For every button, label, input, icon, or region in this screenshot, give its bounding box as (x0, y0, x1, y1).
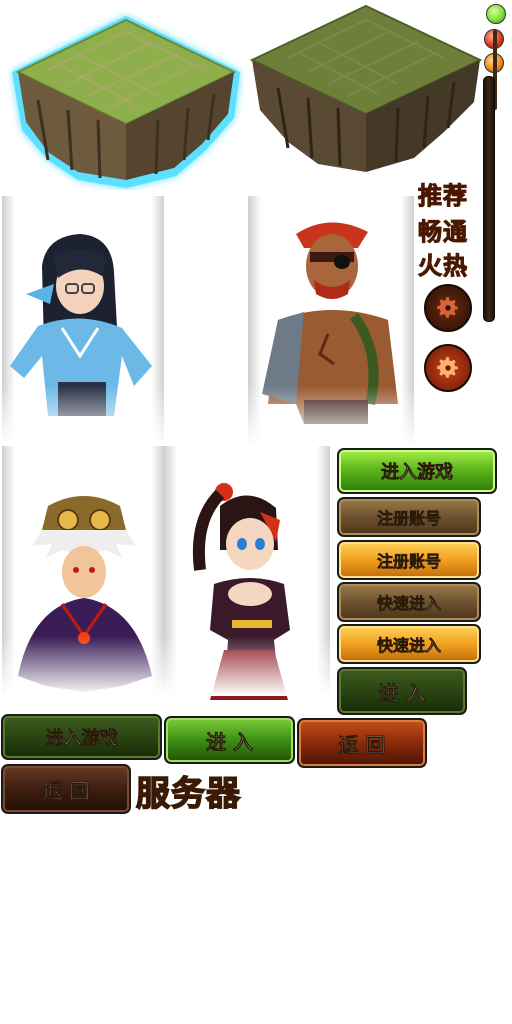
character-card-ponytail-girl[interactable] (164, 446, 330, 700)
back-label: 返 回 (338, 732, 386, 757)
enter-button-dark[interactable]: 进 入 (337, 667, 467, 715)
gear-button-dark[interactable] (424, 284, 472, 332)
enter-game-label: 进入游戏 (45, 728, 118, 750)
quick-enter-label: 快速进入 (376, 636, 442, 656)
back-button-dark[interactable]: 返 回 (1, 764, 131, 814)
enter-game-button-dark[interactable]: 进入游戏 (1, 714, 162, 760)
server-title: 服务器 (135, 773, 241, 815)
back-label: 返 回 (42, 778, 90, 803)
enter-game-button-bright[interactable]: 进入游戏 (337, 448, 497, 494)
gear-icon (437, 357, 458, 378)
register-label: 注册账号 (376, 552, 442, 572)
character-card-girl-glasses[interactable] (2, 196, 164, 446)
tag-hot: 火热 (418, 252, 468, 281)
character-card-owl-helmet-boy[interactable] (2, 446, 164, 696)
back-button-bright[interactable]: 返 回 (297, 718, 427, 768)
character-card-pirate-warrior[interactable] (248, 196, 414, 446)
tag-smooth: 畅通 (418, 218, 468, 247)
tag-recommended: 推荐 (418, 182, 468, 211)
register-label: 注册账号 (376, 509, 442, 529)
status-dot-green-icon (486, 4, 506, 24)
enter-button-bright[interactable]: 进 入 (164, 716, 295, 764)
server-island-selected[interactable] (8, 10, 244, 190)
gear-button-bright[interactable] (424, 344, 472, 392)
enter-game-label: 进入游戏 (381, 462, 454, 484)
register-button-bright[interactable]: 注册账号 (337, 540, 481, 580)
enter-label: 进 入 (206, 729, 254, 754)
server-island-normal[interactable] (248, 2, 484, 182)
register-button-dark[interactable]: 注册账号 (337, 497, 481, 537)
quick-enter-button-dark[interactable]: 快速进入 (337, 582, 481, 622)
gear-icon (437, 297, 458, 318)
quick-enter-button-bright[interactable]: 快速进入 (337, 624, 481, 664)
quick-enter-label: 快速进入 (376, 594, 442, 614)
scrollbar-track[interactable] (483, 76, 495, 322)
enter-label: 进 入 (378, 680, 426, 705)
